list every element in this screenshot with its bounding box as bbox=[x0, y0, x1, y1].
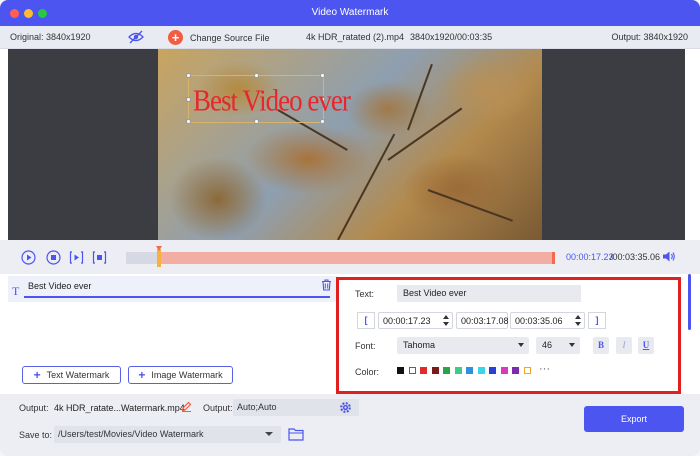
timeline-start-handle[interactable] bbox=[157, 249, 161, 267]
video-frame: Best Video ever bbox=[158, 49, 542, 240]
chevron-down-icon bbox=[265, 432, 273, 436]
original-resolution: Original: 3840x1920 bbox=[10, 32, 91, 42]
edit-pencil-icon[interactable] bbox=[181, 401, 192, 412]
duration-time-field[interactable]: 00:03:17.08 bbox=[456, 312, 509, 329]
more-colors-button[interactable]: ··· bbox=[539, 363, 550, 375]
window-title: Video Watermark bbox=[311, 7, 389, 18]
source-resolution-duration: 3840x1920/00:03:35 bbox=[410, 32, 493, 42]
timeline-end-handle[interactable] bbox=[552, 252, 555, 264]
resize-handle[interactable] bbox=[186, 73, 191, 78]
watermark-text-input[interactable]: Best Video ever bbox=[397, 285, 581, 302]
change-source-file-button[interactable]: + Change Source File bbox=[168, 29, 270, 46]
set-end-bracket-button[interactable]: ] bbox=[588, 312, 606, 329]
branch-shape bbox=[407, 63, 433, 131]
export-button[interactable]: Export bbox=[584, 406, 684, 432]
color-swatch[interactable] bbox=[420, 367, 427, 374]
color-swatch[interactable] bbox=[523, 367, 531, 374]
color-swatch[interactable] bbox=[489, 367, 496, 374]
title-bar: Video Watermark bbox=[0, 0, 700, 26]
settings-scrollbar[interactable] bbox=[688, 274, 691, 330]
current-time: 00:00:17.23 bbox=[566, 252, 614, 262]
hide-preview-eye-icon[interactable] bbox=[128, 30, 144, 44]
delete-trash-icon[interactable] bbox=[321, 279, 332, 291]
italic-button[interactable]: I bbox=[616, 337, 632, 354]
color-swatch[interactable] bbox=[512, 367, 519, 374]
set-start-bracket-button[interactable]: [ bbox=[357, 312, 375, 329]
resize-handle[interactable] bbox=[254, 73, 259, 78]
watermark-list-item[interactable]: T Best Video ever bbox=[8, 276, 338, 302]
underline-button[interactable]: U bbox=[638, 337, 654, 354]
watermark-text-overlay[interactable]: Best Video ever bbox=[193, 83, 351, 119]
duration-time-value: 00:03:17.08 bbox=[461, 316, 509, 326]
color-swatch[interactable] bbox=[454, 367, 462, 374]
font-label: Font: bbox=[355, 341, 376, 351]
plus-icon: + bbox=[168, 30, 183, 45]
chevron-down-icon bbox=[569, 343, 575, 347]
watermark-item-label: Best Video ever bbox=[28, 281, 92, 291]
timeline-track[interactable] bbox=[126, 246, 555, 267]
set-start-icon[interactable] bbox=[69, 250, 84, 265]
app-window: Video Watermark Original: 3840x1920 + Ch… bbox=[0, 0, 700, 456]
output-format-label: Output: bbox=[203, 403, 233, 413]
resize-handle[interactable] bbox=[254, 119, 259, 124]
output-file-name: 4k HDR_ratate...Watermark.mp4 bbox=[54, 403, 185, 413]
end-time-input[interactable]: 00:03:35.06 bbox=[510, 312, 585, 329]
add-image-watermark-button[interactable]: + Image Watermark bbox=[128, 366, 233, 384]
add-text-watermark-label: Text Watermark bbox=[46, 370, 110, 380]
color-swatch[interactable] bbox=[431, 367, 439, 374]
bold-button[interactable]: B bbox=[593, 337, 609, 354]
output-resolution: Output: 3840x1920 bbox=[611, 32, 688, 42]
color-swatch[interactable] bbox=[408, 367, 416, 374]
add-image-watermark-label: Image Watermark bbox=[151, 370, 223, 380]
save-path-value: /Users/test/Movies/Video Watermark bbox=[58, 429, 204, 439]
timeline-selection bbox=[160, 252, 554, 264]
color-swatch[interactable] bbox=[500, 367, 508, 374]
color-swatch[interactable] bbox=[443, 367, 450, 374]
color-swatch[interactable] bbox=[466, 367, 473, 374]
info-bar: Original: 3840x1920 + Change Source File… bbox=[0, 26, 700, 49]
stop-icon[interactable] bbox=[46, 250, 61, 265]
save-path-select[interactable]: /Users/test/Movies/Video Watermark bbox=[54, 426, 281, 443]
resize-handle[interactable] bbox=[320, 73, 325, 78]
stepper-icon[interactable] bbox=[575, 314, 581, 327]
plus-icon: + bbox=[33, 368, 41, 382]
end-time-value: 00:03:35.06 bbox=[515, 316, 563, 326]
gear-icon[interactable] bbox=[339, 401, 352, 414]
text-type-icon: T bbox=[12, 284, 20, 298]
stepper-icon[interactable] bbox=[443, 314, 449, 327]
font-select[interactable]: Tahoma bbox=[397, 337, 529, 354]
playhead-icon[interactable] bbox=[156, 246, 162, 251]
branch-shape bbox=[387, 107, 463, 161]
play-icon[interactable] bbox=[21, 250, 36, 265]
font-size-select[interactable]: 46 bbox=[536, 337, 580, 354]
chevron-down-icon bbox=[518, 343, 524, 347]
text-label: Text: bbox=[355, 289, 375, 299]
font-select-value: Tahoma bbox=[403, 340, 436, 350]
total-time: /00:03:35.06 bbox=[610, 252, 661, 262]
watermark-item-duration-bar bbox=[24, 296, 330, 298]
color-label: Color: bbox=[355, 367, 380, 377]
video-preview: Best Video ever bbox=[8, 49, 685, 240]
resize-handle[interactable] bbox=[320, 119, 325, 124]
set-end-icon[interactable] bbox=[92, 250, 107, 265]
save-to-label: Save to: bbox=[19, 430, 53, 440]
font-size-value: 46 bbox=[542, 340, 553, 350]
resize-handle[interactable] bbox=[186, 97, 191, 102]
resize-handle[interactable] bbox=[186, 119, 191, 124]
color-swatch[interactable] bbox=[397, 367, 404, 374]
plus-icon: + bbox=[138, 368, 146, 382]
add-text-watermark-button[interactable]: + Text Watermark bbox=[22, 366, 121, 384]
start-time-input[interactable]: 00:00:17.23 bbox=[378, 312, 453, 329]
start-time-value: 00:00:17.23 bbox=[383, 316, 431, 326]
watermark-list-panel: T Best Video ever + Text Watermark + Ima… bbox=[8, 274, 338, 394]
volume-icon[interactable] bbox=[662, 250, 676, 263]
player-controls: 00:00:17.23 /00:03:35.06 bbox=[0, 240, 700, 274]
source-file-name: 4k HDR_ratated (2).mp4 bbox=[306, 32, 405, 42]
color-swatch[interactable] bbox=[477, 367, 485, 374]
branch-shape bbox=[427, 189, 513, 222]
output-label: Output: bbox=[19, 403, 49, 413]
change-source-label: Change Source File bbox=[190, 32, 270, 43]
open-folder-icon[interactable] bbox=[288, 427, 304, 441]
